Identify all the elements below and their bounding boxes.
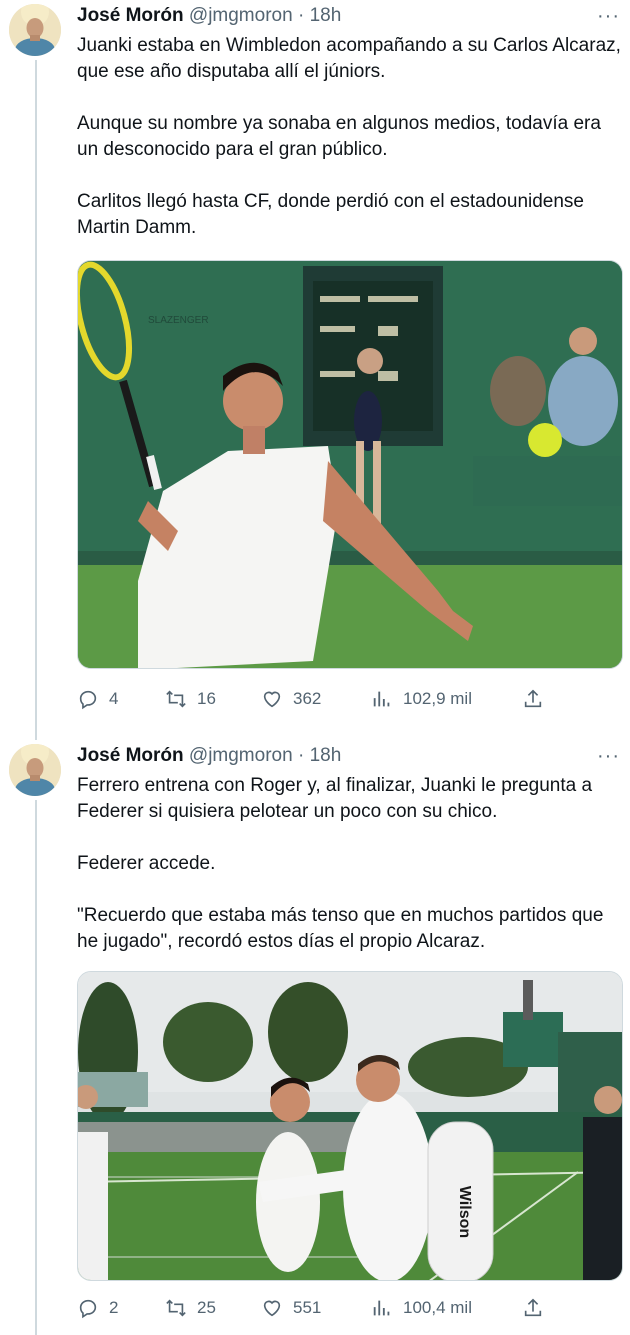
views-button[interactable]: 102,9 mil [371,688,472,710]
tweet-text: Juanki estaba en Wimbledon acompañando a… [77,35,621,238]
retweet-icon [166,1299,186,1317]
share-icon [524,689,542,708]
reply-icon [79,690,97,710]
bag-logo: Wilson [456,1186,473,1238]
tennis-photo: Wilson [78,972,622,1280]
more-options-icon[interactable]: ··· [597,746,620,766]
avatar[interactable] [9,4,61,56]
tweet[interactable]: José Morón @jmgmoron · 18h ··· Ferrero e… [0,740,630,1335]
heart-icon [263,1300,281,1317]
more-options-icon[interactable]: ··· [597,6,620,26]
tweet-actions: 2 25 551 100,4 mil [77,1297,547,1323]
views-count: 102,9 mil [403,689,472,708]
avatar-image [9,4,61,56]
reply-count: 4 [109,689,119,708]
share-button[interactable] [522,1297,544,1319]
tweet-text: Ferrero entrena con Roger y, al finaliza… [77,775,604,952]
author-name[interactable]: José Morón [77,745,184,766]
avatar[interactable] [9,744,61,796]
tennis-photo: SLAZENGER [78,261,622,668]
views-button[interactable]: 100,4 mil [371,1297,472,1319]
like-count: 551 [293,1298,322,1317]
views-chart-icon [373,1300,390,1316]
retweet-count: 25 [197,1298,216,1317]
retweet-count: 16 [197,689,216,708]
separator: · [297,745,305,766]
reply-count: 2 [109,1298,119,1317]
like-count: 362 [293,689,322,708]
retweet-button[interactable]: 16 [165,688,216,710]
author-name[interactable]: José Morón [77,5,184,26]
author-handle[interactable]: @jmgmoron [189,5,293,26]
reply-button[interactable]: 2 [77,1297,118,1319]
tweet-header: José Morón @jmgmoron · 18h [77,4,341,28]
reply-icon [79,1299,97,1319]
heart-icon [263,691,281,708]
timestamp[interactable]: 18h [310,5,342,26]
reply-button[interactable]: 4 [77,688,118,710]
retweet-icon [166,690,186,708]
like-button[interactable]: 362 [261,688,321,710]
views-count: 100,4 mil [403,1298,472,1317]
timestamp[interactable]: 18h [310,745,342,766]
tweet[interactable]: José Morón @jmgmoron · 18h ··· Juanki es… [0,0,630,730]
separator: · [297,5,305,26]
author-handle[interactable]: @jmgmoron [189,745,293,766]
tweet-actions: 4 16 362 102,9 mil [77,688,547,714]
share-icon [524,1298,542,1317]
like-button[interactable]: 551 [261,1297,321,1319]
avatar-image [9,744,61,796]
tweet-image[interactable]: Wilson [77,971,623,1281]
retweet-button[interactable]: 25 [165,1297,216,1319]
tweet-header: José Morón @jmgmoron · 18h [77,744,341,768]
share-button[interactable] [522,688,544,710]
sponsor-logo: SLAZENGER [148,315,209,326]
tweet-image[interactable]: SLAZENGER [77,260,623,669]
views-chart-icon [373,691,390,707]
